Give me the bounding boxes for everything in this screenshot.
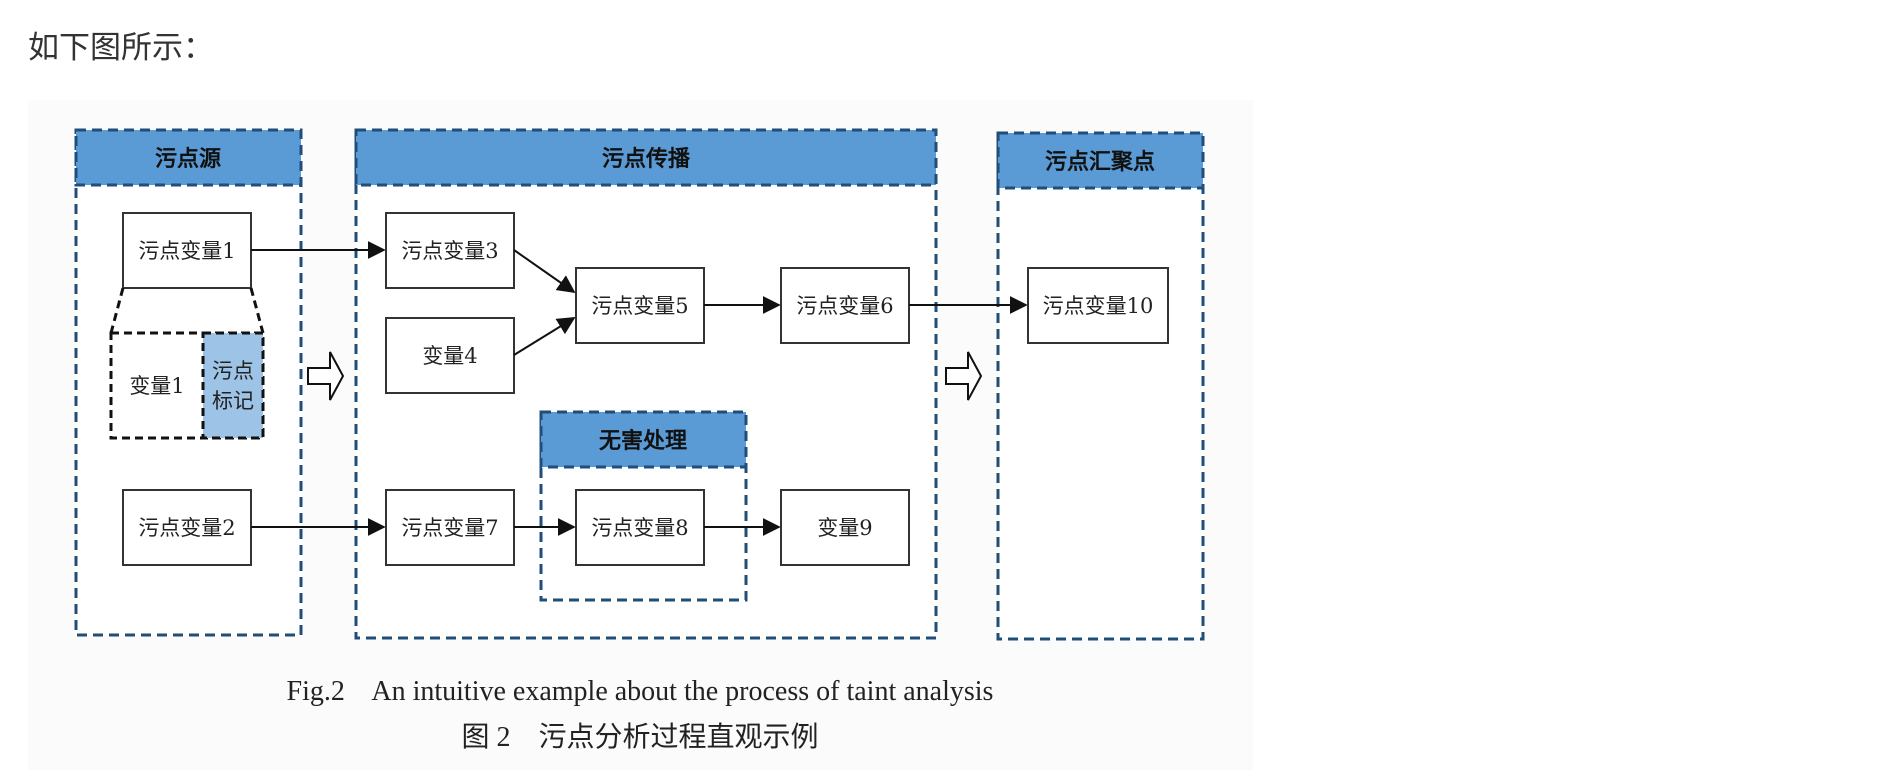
svg-text:污点变量7: 污点变量7: [401, 516, 498, 540]
svg-text:变量9: 变量9: [817, 516, 872, 540]
svg-text:污点变量3: 污点变量3: [401, 239, 498, 263]
taint-mark-line2: 标记: [212, 389, 254, 413]
panel-title-propagation: 污点传播: [602, 146, 691, 172]
node-var-9: 变量9: [780, 489, 910, 566]
node-var-4: 变量4: [385, 317, 515, 394]
intro-text: 如下图所示：: [28, 30, 214, 66]
node-taint-var-2: 污点变量2: [122, 489, 252, 566]
node-taint-var-6: 污点变量6: [780, 267, 910, 344]
var1-label: 变量1: [129, 374, 184, 398]
panel-taint-sink: 污点汇聚点: [996, 131, 1205, 641]
svg-text:污点变量6: 污点变量6: [796, 294, 893, 318]
taint-mark-line1: 污点: [212, 359, 254, 383]
node-taint-var-3: 污点变量3: [385, 212, 515, 289]
caption-english: Fig.2 An intuitive example about the pro…: [287, 676, 994, 707]
node-taint-var-7: 污点变量7: [385, 489, 515, 566]
node-taint-var-10: 污点变量10: [1027, 267, 1169, 344]
svg-text:变量4: 变量4: [422, 344, 477, 368]
svg-text:污点变量5: 污点变量5: [591, 294, 688, 318]
panel-title-source: 污点源: [155, 146, 221, 172]
svg-text:污点变量2: 污点变量2: [138, 516, 235, 540]
panel-title-sanitize: 无害处理: [599, 428, 687, 454]
taint-analysis-figure: 污点源 污点传播 污点汇聚点 无害处理 污点变量1 变量1 污点 标记 污点变量…: [28, 100, 1253, 770]
svg-text:污点变量1: 污点变量1: [138, 239, 235, 263]
node-taint-var-5: 污点变量5: [575, 267, 705, 344]
svg-text:污点变量8: 污点变量8: [591, 516, 688, 540]
panel-title-sink: 污点汇聚点: [1045, 149, 1155, 175]
caption-chinese: 图 2 污点分析过程直观示例: [461, 721, 818, 753]
node-taint-var-1: 污点变量1: [122, 212, 252, 289]
node-taint-var-8: 污点变量8: [575, 489, 705, 566]
node-var-1-with-mark: 变量1 污点 标记: [109, 331, 265, 440]
svg-text:污点变量10: 污点变量10: [1043, 294, 1154, 318]
